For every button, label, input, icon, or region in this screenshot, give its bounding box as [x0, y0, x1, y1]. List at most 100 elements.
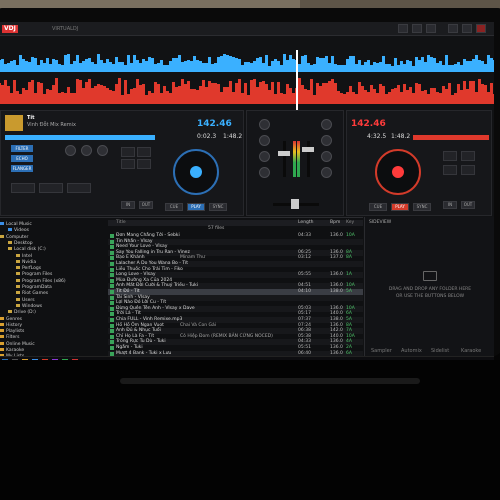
left-gain-knob[interactable]: [259, 119, 270, 130]
sampler-pad-3[interactable]: [67, 183, 91, 193]
folder-tree-item[interactable]: ProgramData: [16, 285, 52, 290]
deck-left-cue-button[interactable]: CUE: [165, 203, 183, 211]
left-eq-low-knob[interactable]: [259, 167, 270, 178]
folder-tree-item[interactable]: Program Files: [16, 272, 52, 277]
crossfader-cap[interactable]: [291, 199, 299, 209]
deck-left-sync-button[interactable]: SYNC: [209, 203, 227, 211]
deck-left-overview-waveform[interactable]: [5, 135, 155, 140]
folder-tree-label: Karaoke: [6, 348, 25, 353]
track-status-icon: [110, 290, 114, 294]
right-volume-fader-cap[interactable]: [302, 147, 314, 152]
deck-right-waveform[interactable]: [0, 50, 494, 72]
loop-in-button[interactable]: IN: [443, 201, 457, 209]
fx-filter-button[interactable]: FILTER: [11, 145, 33, 152]
hotcue-pad-3[interactable]: [443, 165, 457, 175]
folder-tree-item[interactable]: Local disk (C:): [8, 247, 46, 252]
folder-tree-item[interactable]: Online Music: [0, 341, 35, 347]
fx-knob-1[interactable]: [65, 145, 76, 156]
fx-echo-button[interactable]: ECHO: [11, 155, 33, 162]
left-eq-mid-knob[interactable]: [259, 151, 270, 162]
folder-icon: [423, 271, 437, 281]
loop-out-button[interactable]: OUT: [139, 201, 153, 209]
right-eq-high-knob[interactable]: [321, 135, 332, 146]
fx-knob-2[interactable]: [81, 145, 92, 156]
hotcue-pad-2[interactable]: [137, 147, 151, 157]
folder-tree-item[interactable]: Genres: [0, 316, 22, 322]
folder-icon: [16, 253, 20, 257]
folder-tree-item[interactable]: Filters: [0, 335, 20, 340]
folder-tree-item[interactable]: Computer: [0, 234, 28, 240]
deck-left-play-button[interactable]: PLAY: [187, 203, 205, 211]
track-status-icon: [110, 245, 114, 250]
settings-gear-icon[interactable]: [448, 24, 458, 33]
deck-left-jogwheel[interactable]: [173, 149, 219, 195]
sideview-tab-sidelist[interactable]: Sidelist: [431, 347, 449, 355]
loop-in-button[interactable]: IN: [121, 201, 135, 209]
right-eq-mid-knob[interactable]: [321, 151, 332, 162]
deck-left-waveform[interactable]: [0, 74, 494, 104]
folder-tree-label: Filters: [6, 335, 20, 341]
folder-icon: [8, 228, 12, 232]
sideview-tab-automix[interactable]: Automix: [401, 347, 422, 355]
loop-out-button[interactable]: OUT: [461, 201, 475, 209]
folder-tree-item[interactable]: Riot Games: [16, 291, 48, 296]
track-status-icon: [110, 306, 114, 311]
folder-tree-item[interactable]: Nvidia: [16, 259, 36, 265]
fx-flanger-button[interactable]: FLANGER: [11, 165, 33, 172]
fx-knob-3[interactable]: [97, 145, 108, 156]
folder-icon: [16, 266, 20, 270]
folder-tree-item[interactable]: Local Music: [0, 222, 32, 227]
left-volume-fader[interactable]: [283, 141, 286, 177]
folder-icon: [16, 291, 20, 295]
track-status-icon: [110, 312, 114, 317]
sideview-tab-karaoke[interactable]: Karaoke: [461, 347, 481, 355]
hotcue-pad-4[interactable]: [137, 159, 151, 169]
hotcue-pad-1[interactable]: [443, 151, 457, 161]
left-volume-fader-cap[interactable]: [278, 151, 290, 156]
hotcue-pad-1[interactable]: [121, 147, 135, 157]
folder-tree-item[interactable]: Videos: [8, 228, 29, 233]
folder-tree-item[interactable]: Desktop: [8, 240, 33, 246]
folder-tree-label: Windows: [22, 303, 43, 309]
folder-tree-label: Desktop: [14, 240, 33, 246]
folder-tree-item[interactable]: Windows: [16, 303, 43, 309]
folder-tree-item[interactable]: Drive (D:): [8, 310, 36, 315]
right-eq-low-knob[interactable]: [321, 167, 332, 178]
layout-button[interactable]: [398, 24, 408, 33]
folder-tree-item[interactable]: PerfLogs: [16, 266, 41, 271]
folder-tree-item[interactable]: Karaoke: [0, 348, 24, 353]
hotcue-pad-2[interactable]: [461, 151, 475, 161]
record-button[interactable]: [412, 24, 422, 33]
left-vu-meter: [293, 141, 296, 177]
track-status-icon: [110, 301, 114, 306]
close-button[interactable]: [476, 24, 486, 33]
right-gain-knob[interactable]: [321, 119, 332, 130]
folder-icon: [8, 247, 12, 251]
deck-left-cover-art: [5, 115, 23, 131]
folder-icon: [0, 234, 4, 238]
folder-tree-item[interactable]: Program Files (x86): [16, 278, 66, 284]
folder-tree-label: Online Music: [6, 341, 35, 347]
top-bar: VDJ VIRTUALDJ: [0, 22, 494, 36]
sideview-tab-sampler[interactable]: Sampler: [371, 347, 392, 355]
folder-tree-item[interactable]: Users: [16, 297, 35, 303]
broadcast-button[interactable]: [426, 24, 436, 33]
hotcue-pad-4[interactable]: [461, 165, 475, 175]
monitor-stand-reflection: [120, 378, 420, 384]
left-eq-high-knob[interactable]: [259, 135, 270, 146]
deck-right-cue-button[interactable]: CUE: [369, 203, 387, 211]
folder-tree-item[interactable]: Playlists: [0, 329, 24, 334]
minimize-button[interactable]: [462, 24, 472, 33]
deck-right-sync-button[interactable]: SYNC: [413, 203, 431, 211]
deck-right-play-button[interactable]: PLAY: [391, 203, 409, 211]
deck-right-jogwheel[interactable]: [375, 149, 421, 195]
mixer-panel: [246, 110, 344, 216]
hotcue-pad-3[interactable]: [121, 159, 135, 169]
track-status-icon: [110, 239, 114, 244]
sampler-pad-2[interactable]: [39, 183, 63, 193]
folder-tree-item[interactable]: History: [0, 322, 22, 328]
deck-right-overview-waveform[interactable]: [413, 135, 489, 140]
sampler-pad-1[interactable]: [11, 183, 35, 193]
folder-tree-item[interactable]: Intel: [16, 253, 32, 259]
folder-icon: [0, 348, 4, 351]
